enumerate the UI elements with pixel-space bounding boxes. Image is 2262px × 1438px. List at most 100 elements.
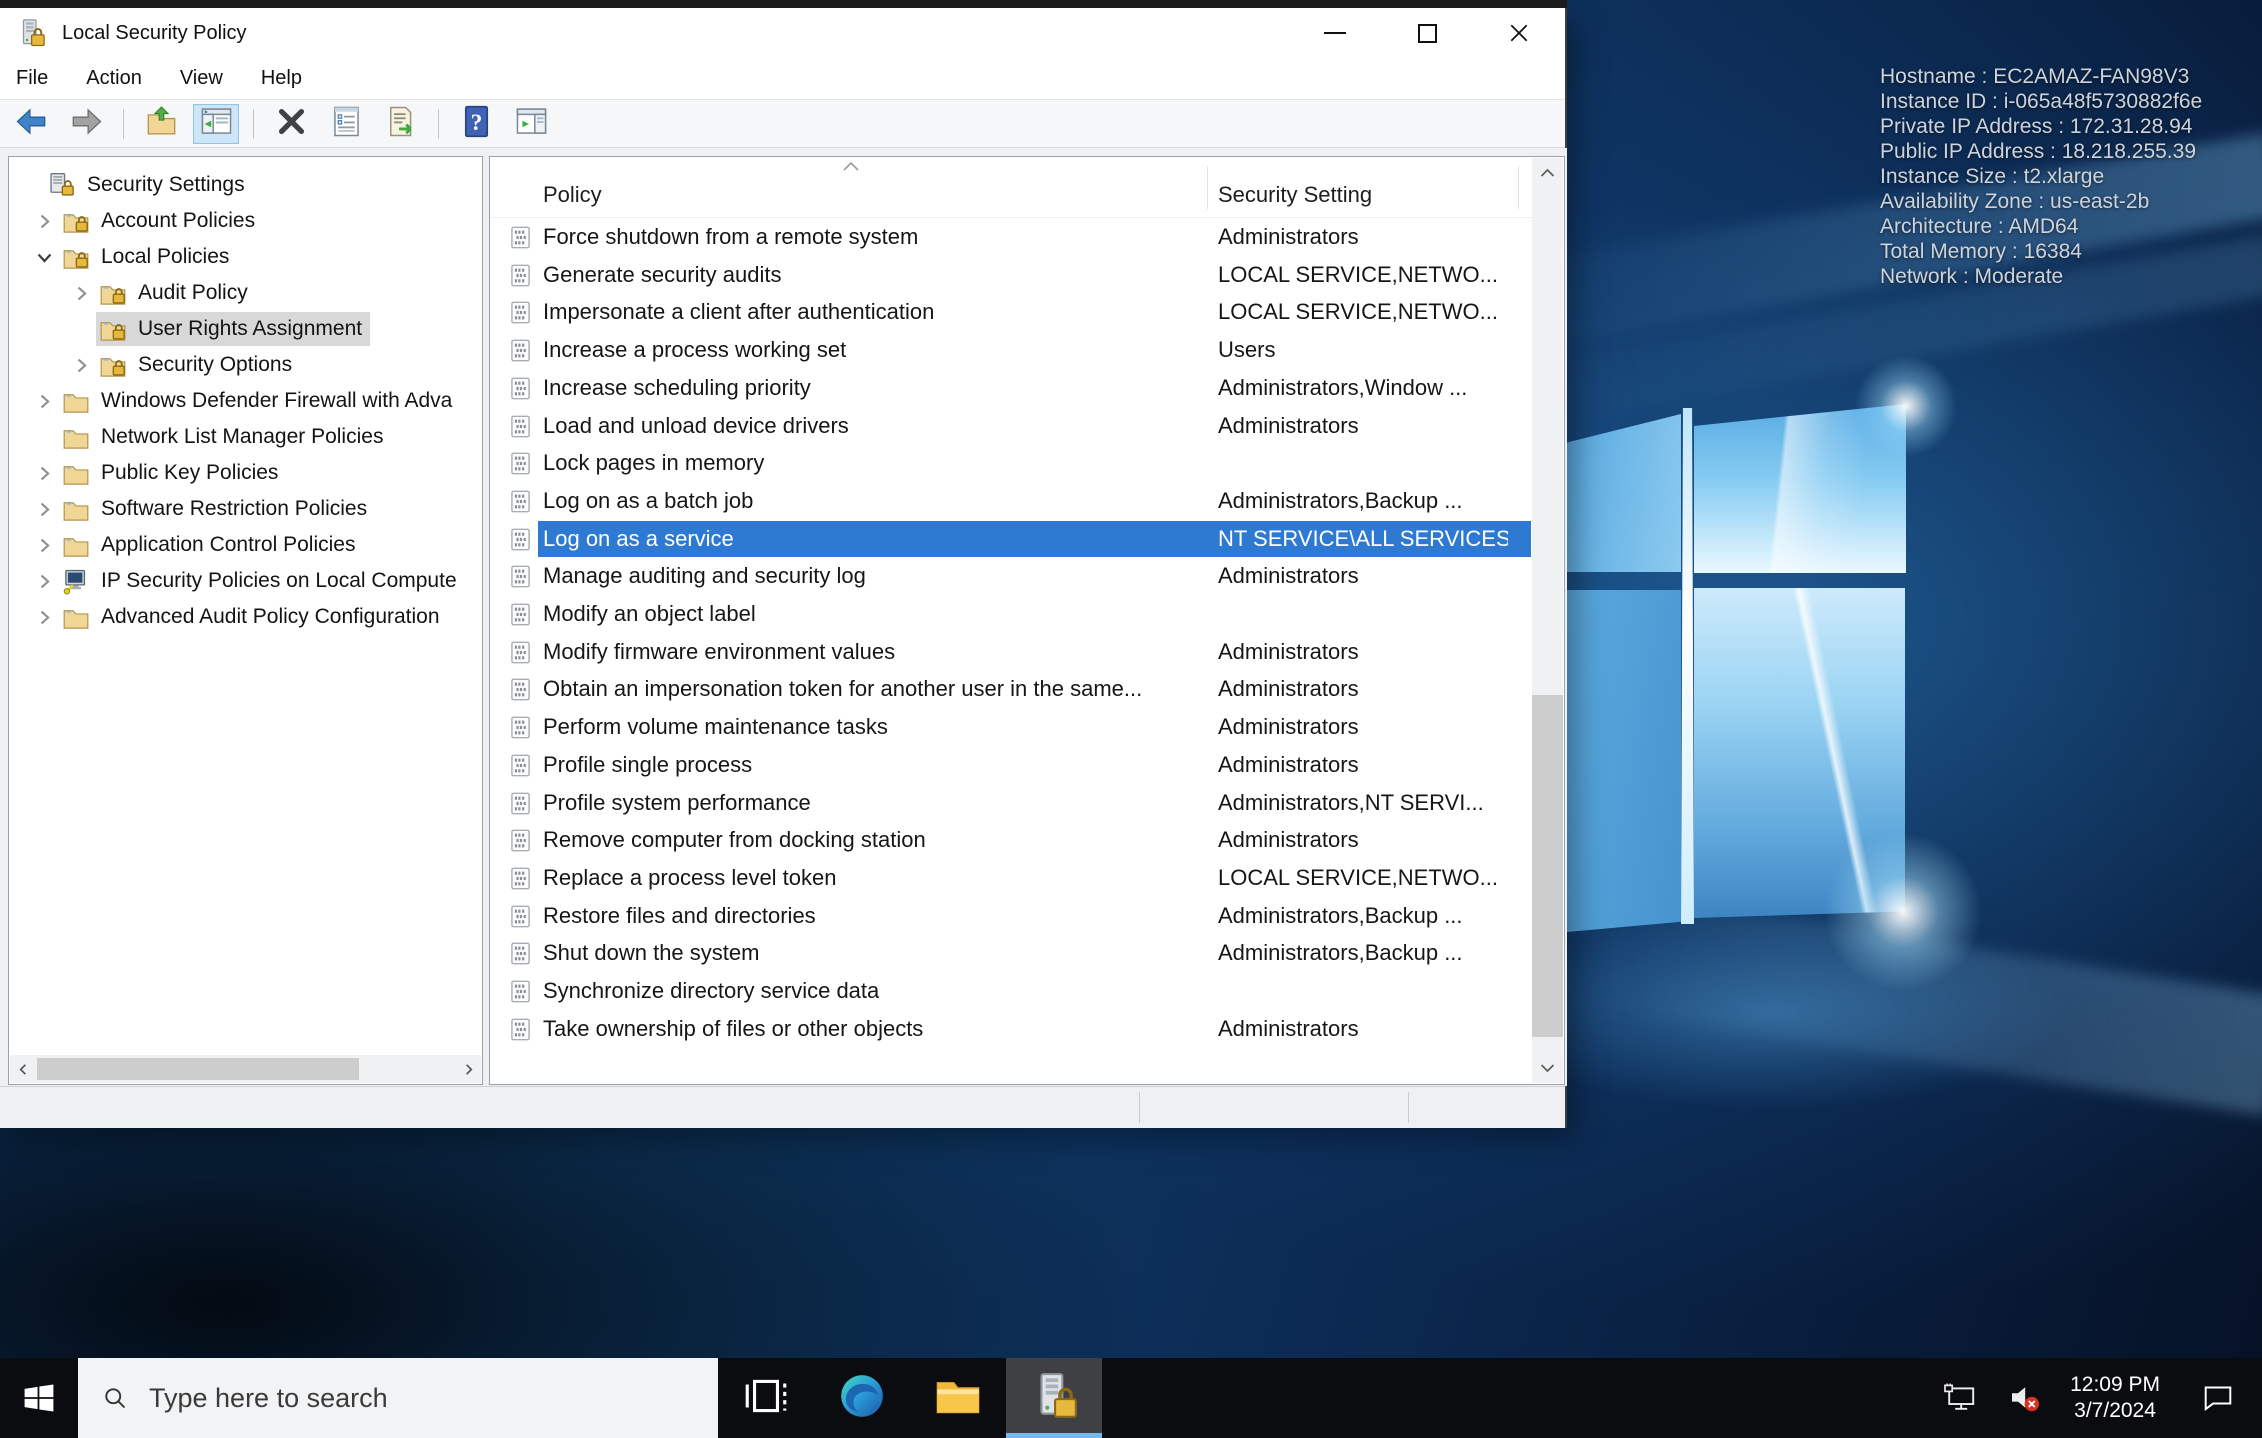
show-action-pane-button[interactable]: [508, 104, 554, 144]
volume-button[interactable]: [2006, 1382, 2042, 1414]
chevron-down-icon[interactable]: [29, 244, 59, 270]
menu-help[interactable]: Help: [242, 67, 321, 90]
tree-item-security-options[interactable]: Security Options: [9, 347, 482, 383]
column-header-policy[interactable]: Policy: [543, 182, 602, 208]
delete-button[interactable]: [268, 104, 314, 144]
export-list-button[interactable]: [378, 104, 424, 144]
minimize-button[interactable]: [1289, 8, 1381, 58]
chevron-right-icon[interactable]: [66, 280, 96, 306]
back-button[interactable]: [8, 104, 54, 144]
column-divider[interactable]: [1518, 166, 1519, 209]
file-explorer-button[interactable]: [910, 1358, 1006, 1438]
policy-row[interactable]: Synchronize directory service data: [491, 973, 1531, 1011]
properties-button[interactable]: [323, 104, 369, 144]
instance-info-line: Private IP Address : 172.31.28.94: [1880, 115, 2193, 138]
tree-item-label: Network List Manager Policies: [101, 425, 384, 448]
policy-row[interactable]: Remove computer from docking station Admi…: [491, 822, 1531, 860]
help-button[interactable]: ?: [453, 104, 499, 144]
scroll-up-button[interactable]: [1532, 158, 1563, 188]
list-vertical-scrollbar[interactable]: [1532, 158, 1563, 1083]
menu-file[interactable]: File: [4, 67, 67, 90]
policy-row[interactable]: Profile system performance Administrators…: [491, 785, 1531, 823]
policy-doc-icon: [508, 828, 534, 854]
chevron-right-icon[interactable]: [29, 388, 59, 414]
tree-item-ip-security-policies-on-local-compute[interactable]: IP Security Policies on Local Compute: [9, 563, 482, 599]
chevron-right-icon[interactable]: [29, 532, 59, 558]
policy-row[interactable]: Lock pages in memory: [491, 445, 1531, 483]
tree-item-local-policies[interactable]: Local Policies: [9, 239, 482, 275]
tree-item-advanced-audit-policy-configuration[interactable]: Advanced Audit Policy Configuration: [9, 599, 482, 635]
chevron-right-icon[interactable]: [66, 352, 96, 378]
column-header-security-setting[interactable]: Security Setting: [1218, 182, 1372, 208]
policy-row[interactable]: Increase a process working set Users: [491, 332, 1531, 370]
policy-doc-icon: [508, 640, 534, 666]
security-setting-value: Users: [1218, 337, 1276, 363]
policy-row[interactable]: Replace a process level token LOCAL SERVI…: [491, 860, 1531, 898]
tree-item-account-policies[interactable]: Account Policies: [9, 203, 482, 239]
scrollbar-thumb[interactable]: [1532, 694, 1563, 1037]
local-security-policy-button[interactable]: [1006, 1358, 1102, 1438]
policy-row[interactable]: Impersonate a client after authenticatio…: [491, 294, 1531, 332]
chevron-right-icon[interactable]: [29, 460, 59, 486]
policy-row[interactable]: Obtain an impersonation token for anothe…: [491, 671, 1531, 709]
tree-item-audit-policy[interactable]: Audit Policy: [9, 275, 482, 311]
policy-name: Restore files and directories: [543, 902, 816, 928]
policy-row[interactable]: Log on as a service NT SERVICE\ALL SERVIC…: [491, 520, 1531, 559]
edge-button[interactable]: [814, 1358, 910, 1438]
chevron-right-icon[interactable]: [29, 604, 59, 630]
policy-row[interactable]: Restore files and directories Administrat…: [491, 898, 1531, 936]
policy-name: Log on as a batch job: [543, 487, 754, 513]
instance-info-line: Hostname : EC2AMAZ-FAN98V3: [1880, 65, 2190, 88]
policy-row[interactable]: Perform volume maintenance tasks Administ…: [491, 709, 1531, 747]
policy-row[interactable]: Manage auditing and security log Administ…: [491, 558, 1531, 596]
policy-row[interactable]: Force shutdown from a remote system Admin…: [491, 219, 1531, 257]
chevron-right-icon[interactable]: [29, 568, 59, 594]
tree-horizontal-scrollbar[interactable]: [10, 1055, 481, 1083]
up-folder-icon: [145, 105, 178, 143]
title-bar[interactable]: Local Security Policy: [0, 8, 1565, 58]
task-view-button[interactable]: [718, 1358, 814, 1438]
close-button[interactable]: [1473, 8, 1565, 58]
folder-icon: [61, 423, 93, 451]
policy-row[interactable]: Log on as a batch job Administrators,Back…: [491, 483, 1531, 521]
forward-button[interactable]: [63, 104, 109, 144]
maximize-icon: [1417, 23, 1437, 43]
policy-row[interactable]: Generate security audits LOCAL SERVICE,NE…: [491, 257, 1531, 295]
chevron-right-icon[interactable]: [29, 496, 59, 522]
network-button[interactable]: [1942, 1382, 1978, 1414]
tree-item-network-list-manager-policies[interactable]: Network List Manager Policies: [9, 419, 482, 455]
search-input[interactable]: Type here to search: [78, 1358, 718, 1438]
policy-row[interactable]: Load and unload device drivers Administra…: [491, 408, 1531, 446]
maximize-button[interactable]: [1381, 8, 1473, 58]
column-divider[interactable]: [1207, 166, 1208, 209]
show-console-tree-button[interactable]: [193, 103, 239, 144]
menu-action[interactable]: Action: [67, 67, 161, 90]
search-placeholder: Type here to search: [149, 1382, 388, 1413]
policy-row[interactable]: Take ownership of files or other objects…: [491, 1011, 1531, 1049]
policy-row[interactable]: Profile single process Administrators: [491, 747, 1531, 785]
policy-doc-icon: [508, 564, 534, 590]
up-level-button[interactable]: [138, 104, 184, 144]
policy-row[interactable]: Increase scheduling priority Administrato…: [491, 370, 1531, 408]
start-button[interactable]: [0, 1358, 78, 1438]
chevron-right-icon[interactable]: [29, 208, 59, 234]
taskbar-clock[interactable]: 12:09 PM 3/7/2024: [2070, 1372, 2160, 1424]
policy-row[interactable]: Modify firmware environment values Admini…: [491, 634, 1531, 672]
tree-item-application-control-policies[interactable]: Application Control Policies: [9, 527, 482, 563]
scroll-left-button[interactable]: [10, 1055, 36, 1083]
scrollbar-thumb[interactable]: [37, 1058, 359, 1080]
action-center-button[interactable]: [2188, 1383, 2234, 1413]
scroll-right-button[interactable]: [455, 1055, 481, 1083]
tree-item-windows-defender-firewall-with-adva[interactable]: Windows Defender Firewall with Adva: [9, 383, 482, 419]
menu-view[interactable]: View: [161, 67, 242, 90]
tree-item-user-rights-assignment[interactable]: User Rights Assignment: [9, 311, 482, 347]
policy-row[interactable]: Shut down the system Administrators,Backu…: [491, 935, 1531, 973]
console-tree-pane: Security Settings Account Policies Local P…: [8, 156, 483, 1085]
folder-icon: [61, 531, 93, 559]
tree-item-software-restriction-policies[interactable]: Software Restriction Policies: [9, 491, 482, 527]
tree-item-public-key-policies[interactable]: Public Key Policies: [9, 455, 482, 491]
policy-name: Synchronize directory service data: [543, 978, 880, 1003]
tree-item-security-settings[interactable]: Security Settings: [9, 167, 482, 203]
policy-row[interactable]: Modify an object label: [491, 596, 1531, 634]
scroll-down-button[interactable]: [1532, 1053, 1563, 1083]
